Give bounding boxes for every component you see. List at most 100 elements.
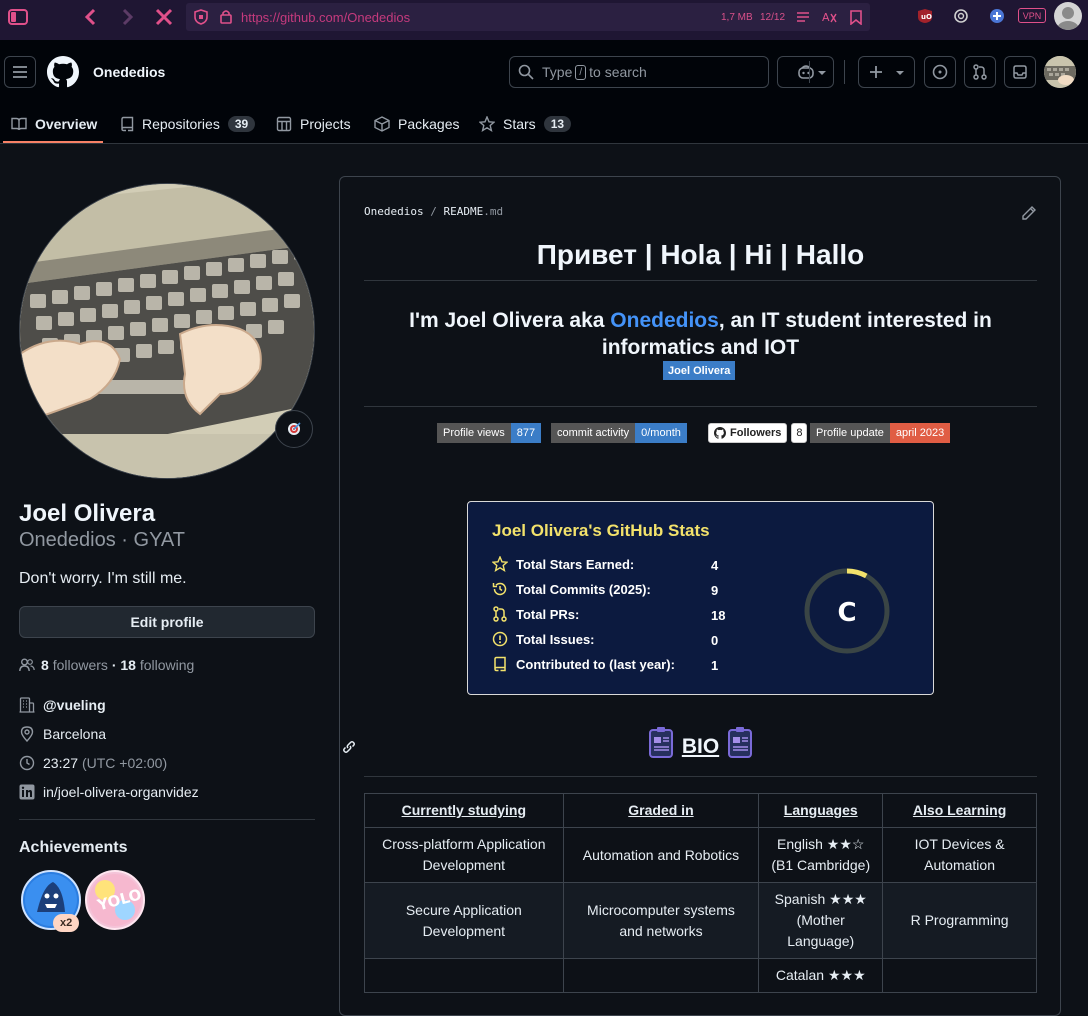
lock-icon[interactable] xyxy=(220,9,232,24)
intro-username-link[interactable]: Onededios xyxy=(610,309,719,332)
github-logo-icon[interactable] xyxy=(47,56,79,88)
stats-label: Total Stars Earned: xyxy=(516,556,635,572)
table-cell: English ★★☆ (B1 Cambridge) xyxy=(758,827,884,883)
github-header: Onededios Type / to search Overview Repo… xyxy=(0,40,1088,144)
ublock-icon[interactable]: uO xyxy=(917,8,933,24)
profile-avatar[interactable] xyxy=(19,183,315,479)
back-icon[interactable] xyxy=(76,6,104,28)
linkedin-link[interactable]: in/joel-olivera-organvidez xyxy=(43,784,199,800)
reader-icon[interactable] xyxy=(796,11,810,23)
tab-stars[interactable]: Stars 13 xyxy=(479,104,572,144)
issue-alert-icon xyxy=(492,631,508,647)
intro-rule xyxy=(364,406,1037,407)
company-text: @vueling xyxy=(43,697,106,713)
profile-views-badge[interactable]: Profile views 877 xyxy=(437,423,542,443)
bookmark-icon[interactable] xyxy=(850,10,862,25)
tab-projects-label: Projects xyxy=(300,116,351,132)
github-stats-card[interactable]: Joel Olivera's GitHub Stats Total Stars … xyxy=(467,501,934,695)
table-cell xyxy=(562,958,760,993)
local-time: 23:27 xyxy=(43,755,79,771)
set-status-button[interactable] xyxy=(275,410,313,448)
followers-badge[interactable]: Followers 8 xyxy=(708,423,808,443)
edit-profile-button[interactable]: Edit profile xyxy=(19,606,315,638)
achievement-yolo-badge[interactable]: YOLO xyxy=(85,870,145,930)
sidebar-divider xyxy=(19,819,315,820)
tab-repositories[interactable]: Repositories 39 xyxy=(120,104,256,144)
plus-icon xyxy=(870,66,882,78)
stats-label: Total PRs: xyxy=(516,606,580,622)
repositories-counter: 39 xyxy=(227,116,256,132)
stop-loading-icon[interactable] xyxy=(150,6,178,28)
readme-path-owner[interactable]: Onededios xyxy=(364,205,424,218)
inbox-button[interactable] xyxy=(1004,56,1036,88)
search-placeholder-post: to search xyxy=(589,64,647,80)
tab-projects[interactable]: Projects xyxy=(276,104,351,144)
edit-readme-pencil-icon[interactable] xyxy=(1021,205,1037,221)
user-avatar[interactable] xyxy=(1044,56,1076,88)
profile-login: Onededios · GYAT xyxy=(19,529,185,551)
followers-badge-value: 8 xyxy=(791,423,808,443)
bio-heading: BIO xyxy=(681,735,720,758)
table-cell: Automation and Robotics xyxy=(562,827,760,883)
stats-title: Joel Olivera's GitHub Stats xyxy=(492,521,710,540)
following-link[interactable]: following xyxy=(140,657,194,673)
search-input[interactable]: Type / to search xyxy=(509,56,769,88)
anchor-link-icon[interactable] xyxy=(341,739,357,755)
update-badge-label: Profile update xyxy=(810,423,890,443)
table-cell: Cross-platform Application Development xyxy=(364,827,564,883)
followers-badge-text: Followers xyxy=(730,427,782,439)
views-badge-label: Profile views xyxy=(437,423,511,443)
stats-row-stars: Total Stars Earned: xyxy=(492,556,634,572)
stats-row-prs: Total PRs: xyxy=(492,606,579,622)
achievement-multiplier: x2 xyxy=(53,914,80,932)
tab-overview-label: Overview xyxy=(35,116,98,132)
extension-icon[interactable] xyxy=(989,8,1005,24)
forward-icon[interactable] xyxy=(114,6,142,28)
copilot-button[interactable] xyxy=(777,56,834,88)
rank-letter: C xyxy=(837,598,856,628)
header-owner-name[interactable]: Onededios xyxy=(93,64,165,80)
browser-profile-avatar[interactable] xyxy=(1054,2,1082,30)
translate-icon[interactable]: A xyxy=(822,10,837,24)
profile-update-badge[interactable]: Profile update april 2023 xyxy=(810,423,951,443)
bio-heading-row: BIO xyxy=(364,727,1037,759)
issues-button[interactable] xyxy=(924,56,956,88)
sidebar-toggle-icon[interactable] xyxy=(4,6,32,28)
followers-count[interactable]: 8 xyxy=(41,657,49,673)
tab-overview[interactable]: Overview xyxy=(11,104,97,144)
achievements-heading[interactable]: Achievements xyxy=(19,839,128,857)
vcard-company[interactable]: @vueling xyxy=(19,697,106,713)
table-header-row: Currently studying Graded in Languages A… xyxy=(364,793,1037,828)
create-new-button[interactable] xyxy=(858,56,915,88)
bio-table: Currently studying Graded in Languages A… xyxy=(364,793,1037,993)
stars-counter: 13 xyxy=(543,116,572,132)
vpn-badge[interactable]: VPN xyxy=(1018,8,1046,23)
readme-intro: I'm Joel Olivera aka Onededios, an IT st… xyxy=(364,307,1037,361)
header-divider xyxy=(844,60,845,84)
chatgpt-icon[interactable] xyxy=(953,8,969,24)
search-shortcut-key: / xyxy=(575,64,587,80)
shield-icon[interactable] xyxy=(194,9,208,25)
history-icon xyxy=(492,582,507,596)
commit-badge-value: 0/month xyxy=(635,423,687,443)
svg-text:A: A xyxy=(822,11,830,24)
name-badge: Joel Olivera xyxy=(663,361,736,380)
memory-usage: 1,7 MB xyxy=(721,12,753,23)
commit-activity-badge[interactable]: commit activity 0/month xyxy=(551,423,687,443)
repo-icon xyxy=(121,116,134,132)
tab-stars-label: Stars xyxy=(503,116,536,132)
following-count[interactable]: 18 xyxy=(120,657,136,673)
tab-packages[interactable]: Packages xyxy=(374,104,459,144)
commit-badge-label: commit activity xyxy=(551,423,636,443)
vcard-linkedin[interactable]: in/joel-olivera-organvidez xyxy=(19,784,199,800)
followers-link[interactable]: followers xyxy=(53,657,108,673)
address-bar[interactable]: https://github.com/Onededios 1,7 MB 12/1… xyxy=(186,3,870,31)
url-text[interactable]: https://github.com/Onededios xyxy=(241,10,410,25)
table-cell: R Programming xyxy=(882,882,1037,959)
copilot-icon xyxy=(797,65,814,79)
package-icon xyxy=(374,116,390,132)
pull-requests-button[interactable] xyxy=(964,56,996,88)
stats-value: 1 xyxy=(711,658,719,673)
menu-button[interactable] xyxy=(4,56,36,88)
tab-count: 12/12 xyxy=(760,12,786,23)
